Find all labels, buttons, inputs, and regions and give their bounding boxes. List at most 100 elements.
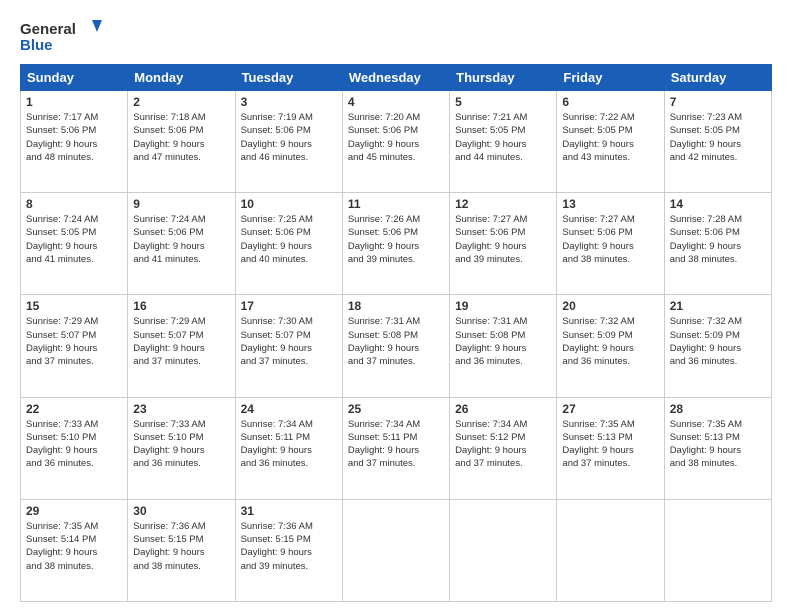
logo: General Blue xyxy=(20,16,110,56)
calendar-cell: 3Sunrise: 7:19 AMSunset: 5:06 PMDaylight… xyxy=(235,91,342,193)
cell-line: Daylight: 9 hours xyxy=(241,240,337,253)
cell-line: Sunset: 5:07 PM xyxy=(241,329,337,342)
cell-line: Sunrise: 7:31 AM xyxy=(455,315,551,328)
cell-line: and 39 minutes. xyxy=(455,253,551,266)
cell-content: Sunrise: 7:31 AMSunset: 5:08 PMDaylight:… xyxy=(348,315,444,368)
cell-line: Sunset: 5:13 PM xyxy=(562,431,658,444)
page: General Blue SundayMondayTuesdayWednesda… xyxy=(0,0,792,612)
cell-line: Sunset: 5:06 PM xyxy=(133,226,229,239)
calendar-week-4: 22Sunrise: 7:33 AMSunset: 5:10 PMDayligh… xyxy=(21,397,772,499)
cell-content: Sunrise: 7:29 AMSunset: 5:07 PMDaylight:… xyxy=(133,315,229,368)
calendar-cell: 23Sunrise: 7:33 AMSunset: 5:10 PMDayligh… xyxy=(128,397,235,499)
day-number: 21 xyxy=(670,299,766,313)
day-number: 13 xyxy=(562,197,658,211)
cell-line: Sunrise: 7:30 AM xyxy=(241,315,337,328)
cell-line: Sunrise: 7:25 AM xyxy=(241,213,337,226)
cell-line: Daylight: 9 hours xyxy=(348,444,444,457)
day-number: 14 xyxy=(670,197,766,211)
cell-line: and 38 minutes. xyxy=(670,253,766,266)
cell-line: Daylight: 9 hours xyxy=(241,342,337,355)
day-number: 7 xyxy=(670,95,766,109)
cell-content: Sunrise: 7:26 AMSunset: 5:06 PMDaylight:… xyxy=(348,213,444,266)
cell-line: Daylight: 9 hours xyxy=(562,138,658,151)
cell-line: Sunset: 5:05 PM xyxy=(26,226,122,239)
calendar-cell: 6Sunrise: 7:22 AMSunset: 5:05 PMDaylight… xyxy=(557,91,664,193)
calendar-cell xyxy=(450,499,557,601)
cell-line: Sunrise: 7:32 AM xyxy=(562,315,658,328)
cell-line: Daylight: 9 hours xyxy=(670,342,766,355)
cell-content: Sunrise: 7:35 AMSunset: 5:13 PMDaylight:… xyxy=(670,418,766,471)
cell-line: Daylight: 9 hours xyxy=(26,138,122,151)
cell-line: and 39 minutes. xyxy=(241,560,337,573)
day-number: 17 xyxy=(241,299,337,313)
calendar-cell: 8 Sunrise: 7:24 AMSunset: 5:05 PMDaylight… xyxy=(21,193,128,295)
cell-line: and 46 minutes. xyxy=(241,151,337,164)
cell-line: Sunrise: 7:19 AM xyxy=(241,111,337,124)
svg-text:General: General xyxy=(20,21,76,38)
day-number: 8 xyxy=(26,197,122,211)
cell-content: Sunrise: 7:31 AMSunset: 5:08 PMDaylight:… xyxy=(455,315,551,368)
cell-line: Sunrise: 7:33 AM xyxy=(133,418,229,431)
cell-content: Sunrise: 7:22 AMSunset: 5:05 PMDaylight:… xyxy=(562,111,658,164)
day-number: 23 xyxy=(133,402,229,416)
cell-line: Sunset: 5:06 PM xyxy=(348,124,444,137)
calendar-cell: 12Sunrise: 7:27 AMSunset: 5:06 PMDayligh… xyxy=(450,193,557,295)
cell-line: Daylight: 9 hours xyxy=(562,444,658,457)
cell-line: Sunset: 5:06 PM xyxy=(241,124,337,137)
cell-line: Daylight: 9 hours xyxy=(670,138,766,151)
cell-content: Sunrise: 7:30 AMSunset: 5:07 PMDaylight:… xyxy=(241,315,337,368)
cell-line: Sunrise: 7:29 AM xyxy=(26,315,122,328)
cell-line: Sunrise: 7:24 AM xyxy=(26,213,122,226)
cell-line: Daylight: 9 hours xyxy=(133,240,229,253)
day-number: 30 xyxy=(133,504,229,518)
day-number: 15 xyxy=(26,299,122,313)
calendar-header-saturday: Saturday xyxy=(664,65,771,91)
cell-line: Sunset: 5:08 PM xyxy=(455,329,551,342)
cell-line: and 38 minutes. xyxy=(133,560,229,573)
day-number: 25 xyxy=(348,402,444,416)
cell-content: Sunrise: 7:36 AMSunset: 5:15 PMDaylight:… xyxy=(133,520,229,573)
cell-line: and 36 minutes. xyxy=(241,457,337,470)
calendar-header-row: SundayMondayTuesdayWednesdayThursdayFrid… xyxy=(21,65,772,91)
cell-line: Sunset: 5:09 PM xyxy=(562,329,658,342)
day-number: 16 xyxy=(133,299,229,313)
cell-line: Sunrise: 7:32 AM xyxy=(670,315,766,328)
calendar-cell: 4Sunrise: 7:20 AMSunset: 5:06 PMDaylight… xyxy=(342,91,449,193)
cell-line: Sunset: 5:06 PM xyxy=(455,226,551,239)
cell-line: Sunset: 5:13 PM xyxy=(670,431,766,444)
cell-line: Sunset: 5:10 PM xyxy=(26,431,122,444)
cell-line: Sunset: 5:06 PM xyxy=(348,226,444,239)
cell-line: and 44 minutes. xyxy=(455,151,551,164)
day-number: 10 xyxy=(241,197,337,211)
calendar-cell: 7 Sunrise: 7:23 AMSunset: 5:05 PMDaylight… xyxy=(664,91,771,193)
cell-content: Sunrise: 7:25 AMSunset: 5:06 PMDaylight:… xyxy=(241,213,337,266)
cell-line: Sunset: 5:06 PM xyxy=(26,124,122,137)
cell-content: Sunrise: 7:20 AMSunset: 5:06 PMDaylight:… xyxy=(348,111,444,164)
cell-content: Sunrise: 7:23 AMSunset: 5:05 PMDaylight:… xyxy=(670,111,766,164)
cell-line: and 36 minutes. xyxy=(455,355,551,368)
cell-line: Sunset: 5:14 PM xyxy=(26,533,122,546)
calendar-cell: 31Sunrise: 7:36 AMSunset: 5:15 PMDayligh… xyxy=(235,499,342,601)
calendar-cell: 26Sunrise: 7:34 AMSunset: 5:12 PMDayligh… xyxy=(450,397,557,499)
calendar-cell: 29Sunrise: 7:35 AMSunset: 5:14 PMDayligh… xyxy=(21,499,128,601)
day-number: 31 xyxy=(241,504,337,518)
cell-line: Daylight: 9 hours xyxy=(26,240,122,253)
cell-line: Sunrise: 7:23 AM xyxy=(670,111,766,124)
cell-line: Sunrise: 7:35 AM xyxy=(26,520,122,533)
cell-line: Sunrise: 7:34 AM xyxy=(241,418,337,431)
day-number: 5 xyxy=(455,95,551,109)
cell-content: Sunrise: 7:35 AMSunset: 5:14 PMDaylight:… xyxy=(26,520,122,573)
cell-line: and 36 minutes. xyxy=(670,355,766,368)
cell-line: and 38 minutes. xyxy=(670,457,766,470)
cell-line: Sunrise: 7:27 AM xyxy=(455,213,551,226)
calendar-header-tuesday: Tuesday xyxy=(235,65,342,91)
cell-line: Sunset: 5:11 PM xyxy=(348,431,444,444)
cell-line: Sunrise: 7:21 AM xyxy=(455,111,551,124)
day-number: 28 xyxy=(670,402,766,416)
calendar-header-friday: Friday xyxy=(557,65,664,91)
cell-line: Daylight: 9 hours xyxy=(455,444,551,457)
cell-line: and 37 minutes. xyxy=(348,457,444,470)
cell-content: Sunrise: 7:18 AMSunset: 5:06 PMDaylight:… xyxy=(133,111,229,164)
calendar-cell: 11Sunrise: 7:26 AMSunset: 5:06 PMDayligh… xyxy=(342,193,449,295)
cell-line: and 47 minutes. xyxy=(133,151,229,164)
